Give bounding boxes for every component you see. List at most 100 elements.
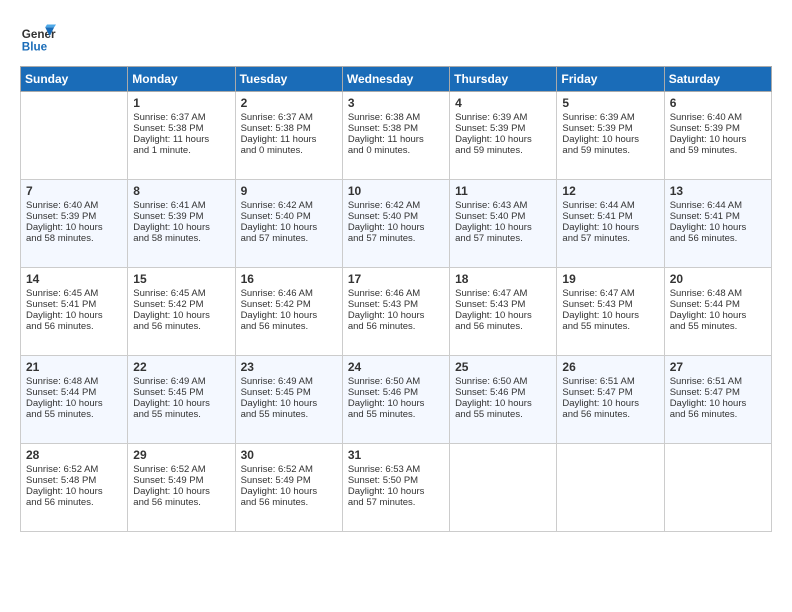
calendar-cell: 10Sunrise: 6:42 AMSunset: 5:40 PMDayligh… bbox=[342, 180, 449, 268]
day-info-line: Daylight: 10 hours bbox=[348, 310, 444, 321]
calendar-cell: 16Sunrise: 6:46 AMSunset: 5:42 PMDayligh… bbox=[235, 268, 342, 356]
day-info-line: Daylight: 11 hours bbox=[133, 134, 229, 145]
day-number: 14 bbox=[26, 272, 122, 286]
day-info-line: and 56 minutes. bbox=[133, 497, 229, 508]
page-header: General Blue bbox=[20, 20, 772, 56]
calendar-cell bbox=[557, 444, 664, 532]
day-number: 3 bbox=[348, 96, 444, 110]
day-info-line: Daylight: 10 hours bbox=[455, 398, 551, 409]
day-number: 8 bbox=[133, 184, 229, 198]
calendar-cell: 9Sunrise: 6:42 AMSunset: 5:40 PMDaylight… bbox=[235, 180, 342, 268]
day-info-line: Daylight: 10 hours bbox=[670, 134, 766, 145]
day-number: 11 bbox=[455, 184, 551, 198]
calendar-cell: 28Sunrise: 6:52 AMSunset: 5:48 PMDayligh… bbox=[21, 444, 128, 532]
day-info-line: and 55 minutes. bbox=[26, 409, 122, 420]
day-info-line: Sunset: 5:46 PM bbox=[348, 387, 444, 398]
day-info-line: and 56 minutes. bbox=[348, 321, 444, 332]
day-info-line: and 57 minutes. bbox=[241, 233, 337, 244]
day-info-line: and 59 minutes. bbox=[670, 145, 766, 156]
day-info-line: Sunrise: 6:50 AM bbox=[348, 376, 444, 387]
svg-text:Blue: Blue bbox=[22, 41, 48, 54]
day-info-line: Daylight: 10 hours bbox=[133, 398, 229, 409]
day-number: 15 bbox=[133, 272, 229, 286]
day-info-line: and 55 minutes. bbox=[241, 409, 337, 420]
calendar-cell: 19Sunrise: 6:47 AMSunset: 5:43 PMDayligh… bbox=[557, 268, 664, 356]
day-info-line: Sunset: 5:38 PM bbox=[133, 123, 229, 134]
day-info-line: and 0 minutes. bbox=[348, 145, 444, 156]
day-info-line: Daylight: 10 hours bbox=[133, 310, 229, 321]
calendar-cell bbox=[21, 92, 128, 180]
calendar-cell: 25Sunrise: 6:50 AMSunset: 5:46 PMDayligh… bbox=[450, 356, 557, 444]
day-number: 1 bbox=[133, 96, 229, 110]
day-info-line: and 56 minutes. bbox=[26, 321, 122, 332]
day-info-line: and 59 minutes. bbox=[562, 145, 658, 156]
day-info-line: Sunset: 5:40 PM bbox=[348, 211, 444, 222]
calendar-cell: 24Sunrise: 6:50 AMSunset: 5:46 PMDayligh… bbox=[342, 356, 449, 444]
day-info-line: Daylight: 10 hours bbox=[26, 222, 122, 233]
day-info-line: Daylight: 11 hours bbox=[241, 134, 337, 145]
day-info-line: and 57 minutes. bbox=[562, 233, 658, 244]
day-info-line: Daylight: 10 hours bbox=[241, 222, 337, 233]
day-number: 28 bbox=[26, 448, 122, 462]
calendar-cell: 2Sunrise: 6:37 AMSunset: 5:38 PMDaylight… bbox=[235, 92, 342, 180]
day-info-line: and 56 minutes. bbox=[455, 321, 551, 332]
day-info-line: and 55 minutes. bbox=[348, 409, 444, 420]
day-info-line: Sunset: 5:42 PM bbox=[133, 299, 229, 310]
day-info-line: Sunset: 5:41 PM bbox=[562, 211, 658, 222]
day-info-line: Daylight: 10 hours bbox=[26, 310, 122, 321]
calendar-cell bbox=[664, 444, 771, 532]
calendar-week-row: 1Sunrise: 6:37 AMSunset: 5:38 PMDaylight… bbox=[21, 92, 772, 180]
day-number: 6 bbox=[670, 96, 766, 110]
day-info-line: and 57 minutes. bbox=[348, 233, 444, 244]
day-info-line: Daylight: 10 hours bbox=[562, 310, 658, 321]
day-info-line: Sunrise: 6:46 AM bbox=[241, 288, 337, 299]
day-info-line: Daylight: 10 hours bbox=[241, 310, 337, 321]
day-info-line: and 55 minutes. bbox=[562, 321, 658, 332]
day-info-line: Sunrise: 6:45 AM bbox=[133, 288, 229, 299]
day-info-line: Sunset: 5:43 PM bbox=[455, 299, 551, 310]
day-info-line: Daylight: 10 hours bbox=[133, 486, 229, 497]
day-info-line: Sunrise: 6:48 AM bbox=[26, 376, 122, 387]
calendar-cell: 22Sunrise: 6:49 AMSunset: 5:45 PMDayligh… bbox=[128, 356, 235, 444]
day-info-line: and 57 minutes. bbox=[348, 497, 444, 508]
weekday-header: Wednesday bbox=[342, 67, 449, 92]
day-info-line: Daylight: 10 hours bbox=[241, 398, 337, 409]
day-info-line: Daylight: 10 hours bbox=[670, 222, 766, 233]
calendar-cell: 12Sunrise: 6:44 AMSunset: 5:41 PMDayligh… bbox=[557, 180, 664, 268]
day-info-line: Daylight: 10 hours bbox=[562, 222, 658, 233]
calendar-week-row: 21Sunrise: 6:48 AMSunset: 5:44 PMDayligh… bbox=[21, 356, 772, 444]
day-info-line: and 58 minutes. bbox=[26, 233, 122, 244]
day-info-line: Sunset: 5:40 PM bbox=[241, 211, 337, 222]
day-info-line: Sunrise: 6:46 AM bbox=[348, 288, 444, 299]
day-number: 17 bbox=[348, 272, 444, 286]
day-info-line: Sunrise: 6:52 AM bbox=[133, 464, 229, 475]
day-info-line: Sunset: 5:42 PM bbox=[241, 299, 337, 310]
calendar-cell: 30Sunrise: 6:52 AMSunset: 5:49 PMDayligh… bbox=[235, 444, 342, 532]
day-number: 31 bbox=[348, 448, 444, 462]
day-number: 9 bbox=[241, 184, 337, 198]
day-info-line: Sunrise: 6:44 AM bbox=[670, 200, 766, 211]
day-info-line: Sunrise: 6:47 AM bbox=[455, 288, 551, 299]
day-info-line: and 0 minutes. bbox=[241, 145, 337, 156]
calendar-cell: 3Sunrise: 6:38 AMSunset: 5:38 PMDaylight… bbox=[342, 92, 449, 180]
day-info-line: Daylight: 10 hours bbox=[348, 486, 444, 497]
calendar-cell bbox=[450, 444, 557, 532]
day-info-line: Sunrise: 6:51 AM bbox=[670, 376, 766, 387]
day-number: 24 bbox=[348, 360, 444, 374]
calendar-week-row: 28Sunrise: 6:52 AMSunset: 5:48 PMDayligh… bbox=[21, 444, 772, 532]
day-info-line: Sunset: 5:44 PM bbox=[26, 387, 122, 398]
day-number: 26 bbox=[562, 360, 658, 374]
day-info-line: Sunrise: 6:43 AM bbox=[455, 200, 551, 211]
weekday-header: Friday bbox=[557, 67, 664, 92]
day-info-line: Sunrise: 6:53 AM bbox=[348, 464, 444, 475]
day-info-line: Daylight: 10 hours bbox=[670, 398, 766, 409]
day-number: 19 bbox=[562, 272, 658, 286]
day-number: 5 bbox=[562, 96, 658, 110]
day-number: 10 bbox=[348, 184, 444, 198]
day-number: 25 bbox=[455, 360, 551, 374]
day-info-line: and 55 minutes. bbox=[133, 409, 229, 420]
day-info-line: Sunset: 5:43 PM bbox=[562, 299, 658, 310]
day-info-line: Daylight: 10 hours bbox=[133, 222, 229, 233]
day-number: 29 bbox=[133, 448, 229, 462]
logo-icon: General Blue bbox=[20, 20, 56, 56]
